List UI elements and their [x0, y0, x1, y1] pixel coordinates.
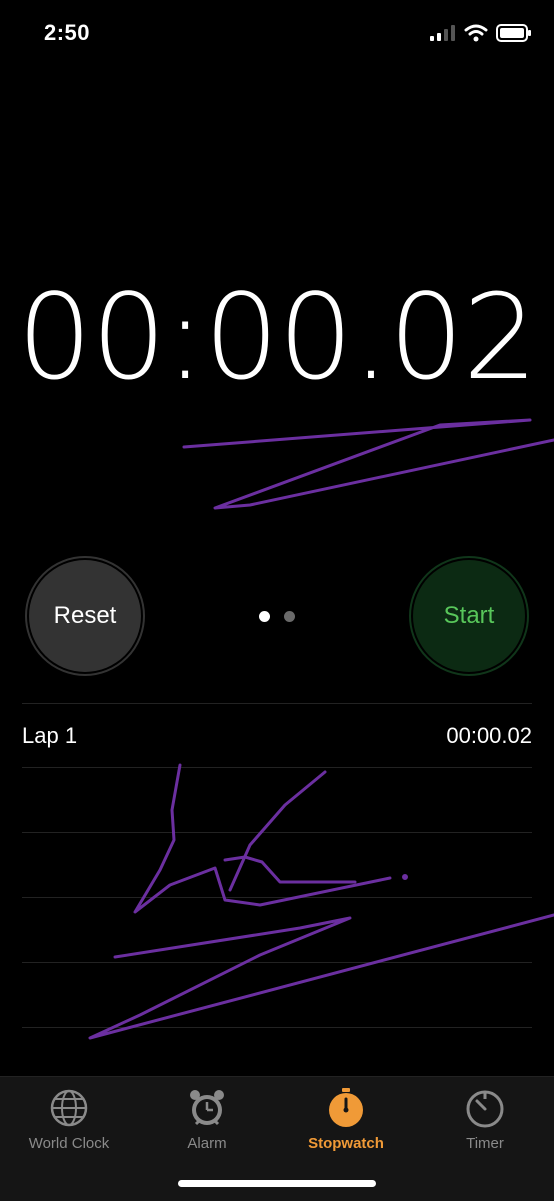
lap-label: Lap 1 [22, 722, 78, 748]
wifi-icon [464, 24, 488, 42]
empty-lap-row [22, 768, 532, 833]
start-button[interactable]: Start [409, 556, 529, 676]
tab-world-clock[interactable]: World Clock [0, 1087, 138, 1152]
battery-icon [496, 24, 531, 42]
home-indicator[interactable] [178, 1180, 376, 1187]
status-time: 2:50 [44, 20, 91, 45]
tab-timer[interactable]: Timer [416, 1087, 554, 1152]
stopwatch-icon [329, 1088, 363, 1127]
tab-label: Timer [466, 1135, 504, 1152]
page-dot-inactive[interactable] [284, 611, 295, 622]
status-bar: 2:50 [0, 0, 554, 70]
timer-icon [466, 1090, 504, 1128]
signal-icon [430, 25, 455, 41]
stopwatch-display: 00:00.02 [17, 268, 538, 406]
page-dot-active[interactable] [259, 611, 270, 622]
lap-row: Lap 1 00:00.02 [22, 704, 532, 768]
tab-label: Stopwatch [308, 1135, 384, 1152]
tab-stopwatch[interactable]: Stopwatch [277, 1087, 415, 1152]
empty-lap-row [22, 898, 532, 963]
start-button-label: Start [413, 560, 525, 672]
scribble-stroke [182, 418, 554, 510]
lap-time: 00:00.02 [446, 722, 532, 748]
empty-lap-row [22, 833, 532, 898]
status-icons [430, 24, 532, 42]
globe-icon [50, 1089, 88, 1127]
empty-lap-row [22, 963, 532, 1028]
lap-list: Lap 1 00:00.02 [22, 703, 532, 1028]
alarm-clock-icon [190, 1090, 224, 1126]
tab-label: World Clock [28, 1135, 110, 1152]
tab-label: Alarm [187, 1135, 227, 1152]
tab-alarm[interactable]: Alarm [138, 1087, 276, 1152]
